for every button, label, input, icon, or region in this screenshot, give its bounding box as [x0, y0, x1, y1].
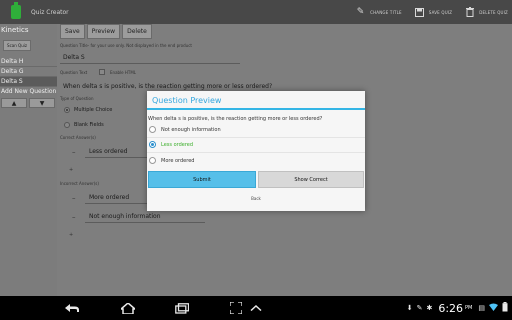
- answer-option[interactable]: Not enough information: [149, 126, 221, 133]
- answer-radio-selected[interactable]: [149, 141, 156, 148]
- question-list: Delta H Delta G Delta S Add New Question: [0, 57, 57, 97]
- submit-button[interactable]: Submit: [148, 171, 256, 188]
- action-bar-actions: ✎ CHANGE TITLE SAVE QUIZ DELETE QUIZ: [343, 0, 508, 24]
- incorrect-answer-field[interactable]: More ordered: [89, 194, 129, 201]
- title-hint-label: Question Title- for your use only. Not d…: [60, 43, 192, 48]
- remove-correct-button[interactable]: –: [72, 148, 76, 156]
- correct-answer-field[interactable]: Less ordered: [89, 148, 127, 155]
- preview-button[interactable]: Preview: [86, 24, 121, 39]
- pen-icon: ✎: [416, 304, 423, 312]
- save-icon: [414, 7, 425, 18]
- answer-option-label: Not enough information: [161, 126, 221, 133]
- question-list-item-selected[interactable]: Delta S: [0, 77, 57, 87]
- save-quiz-button[interactable]: SAVE QUIZ: [414, 7, 452, 18]
- blank-fields-radio[interactable]: [64, 122, 70, 128]
- remove-incorrect-button[interactable]: –: [72, 194, 76, 202]
- battery-icon: [502, 302, 508, 314]
- enable-html-label: Enable HTML: [110, 70, 137, 75]
- question-type-label: Type of Question: [60, 96, 94, 101]
- home-icon[interactable]: [116, 296, 140, 320]
- delete-quiz-button[interactable]: DELETE QUIZ: [464, 7, 508, 18]
- menu-up-icon[interactable]: [246, 296, 266, 320]
- editor-toolbar: Save Preview Delete: [60, 24, 152, 39]
- add-new-question-button[interactable]: Add New Question: [0, 87, 57, 97]
- answer-option[interactable]: Less ordered: [149, 141, 193, 148]
- move-down-button[interactable]: ▼: [29, 98, 55, 108]
- enable-html-checkbox[interactable]: [99, 69, 105, 75]
- title-field-value[interactable]: Delta S: [63, 54, 85, 61]
- save-quiz-label: SAVE QUIZ: [428, 9, 453, 15]
- incorrect-answer-field[interactable]: Not enough information: [89, 213, 161, 220]
- answer-option-label-correct: Less ordered: [161, 141, 194, 148]
- incorrect-answers-label: Incorrect Answer(s): [60, 181, 99, 186]
- question-text-label: Question Text: [60, 70, 88, 75]
- sd-card-icon: ▤: [478, 304, 485, 312]
- multiple-choice-label: Multiple Choice: [74, 107, 113, 113]
- pencil-icon: ✎: [356, 6, 365, 17]
- wifi-icon: [489, 303, 498, 313]
- status-area: ⬇ ✎ ✱ 6:26 PM ▤: [405, 296, 510, 320]
- show-correct-button[interactable]: Show Correct: [258, 171, 364, 188]
- reorder-buttons: ▲ ▼: [0, 97, 57, 109]
- option-divider: [147, 152, 365, 153]
- answer-radio[interactable]: [149, 157, 156, 164]
- multiple-choice-radio[interactable]: [64, 107, 70, 113]
- download-icon: ⬇: [406, 304, 413, 312]
- question-preview-dialog: Question Preview When delta s is positiv…: [147, 91, 365, 211]
- question-sidebar: Kinetics Scan Quiz Delta H Delta G Delta…: [0, 24, 57, 296]
- dialog-title: Question Preview: [152, 96, 222, 105]
- delete-quiz-label: DELETE QUIZ: [479, 9, 508, 15]
- move-up-button[interactable]: ▲: [1, 98, 27, 108]
- dialog-title-divider: [147, 108, 365, 110]
- system-navigation-bar: ⬇ ✎ ✱ 6:26 PM ▤: [0, 296, 512, 320]
- incorrect-answer-underline: [85, 222, 205, 223]
- recents-icon[interactable]: [170, 296, 194, 320]
- blank-fields-label: Blank Fields: [74, 122, 104, 128]
- title-field-underline: [60, 63, 240, 64]
- answer-option[interactable]: More ordered: [149, 157, 194, 164]
- app-title: Quiz Creator: [31, 8, 69, 16]
- back-icon[interactable]: [60, 296, 84, 320]
- quiz-name-header: Kinetics: [1, 26, 29, 34]
- option-divider: [147, 137, 365, 138]
- question-list-item[interactable]: Delta H: [0, 57, 57, 67]
- remove-incorrect-button[interactable]: –: [72, 213, 76, 221]
- app-battery-icon: [11, 2, 21, 19]
- question-text-field[interactable]: When delta s is positive, is the reactio…: [63, 83, 272, 90]
- back-button[interactable]: Back: [147, 196, 365, 201]
- add-correct-button[interactable]: +: [69, 167, 73, 173]
- change-title-label: CHANGE TITLE: [370, 9, 402, 15]
- change-title-button[interactable]: ✎ CHANGE TITLE: [355, 7, 402, 18]
- dialog-question-text: When delta s is positive, is the reactio…: [148, 116, 323, 122]
- clock-time: 6:26: [438, 301, 464, 315]
- answer-radio[interactable]: [149, 126, 156, 133]
- delete-button[interactable]: Delete: [122, 24, 152, 39]
- action-bar: Quiz Creator ✎ CHANGE TITLE SAVE QUIZ DE…: [0, 0, 512, 24]
- debug-icon: ✱: [426, 304, 433, 312]
- clock-ampm: PM: [465, 305, 473, 311]
- screenshot-icon[interactable]: [224, 296, 248, 320]
- correct-answers-label: Correct Answer(s): [60, 135, 96, 140]
- answer-option-label: More ordered: [161, 157, 195, 164]
- scan-quiz-button[interactable]: Scan Quiz: [3, 40, 31, 51]
- save-button[interactable]: Save: [60, 24, 85, 39]
- add-incorrect-button[interactable]: +: [69, 232, 73, 238]
- question-list-item[interactable]: Delta G: [0, 67, 57, 77]
- trash-icon: [464, 7, 475, 18]
